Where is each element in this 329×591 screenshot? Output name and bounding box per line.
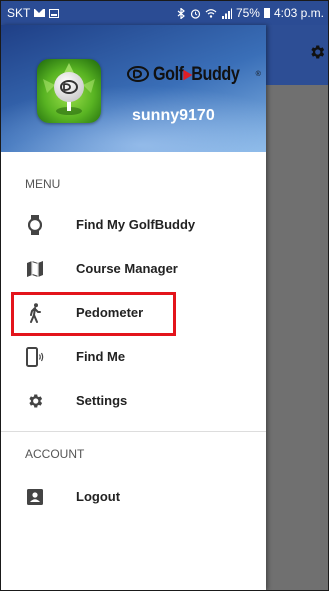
status-bar-right: 75% 4:03 p.m.: [177, 6, 324, 20]
screen: SKT 75% 4:03 p.m. Golf▸Buddy ® sunny9170…: [0, 0, 329, 591]
account-box-icon: [25, 487, 45, 507]
brand-wordmark-flag-icon: ▸: [183, 63, 192, 85]
wifi-icon: [205, 8, 217, 18]
phone-vibrate-icon: [25, 347, 45, 367]
menu-item-find-me[interactable]: Find Me: [1, 339, 266, 375]
account-section-label: ACCOUNT: [25, 447, 85, 461]
image-notification-icon: [49, 8, 60, 18]
status-bar-left: SKT: [7, 6, 60, 20]
gear-icon: [25, 391, 45, 411]
menu-item-logout[interactable]: Logout: [1, 479, 266, 515]
signal-icon: [221, 8, 232, 19]
drawer-header: Golf▸Buddy ® sunny9170: [1, 25, 266, 152]
app-logo-icon: [37, 59, 101, 123]
brand-wordmark: Golf▸Buddy: [153, 63, 240, 86]
brand-wordmark-buddy: Buddy: [191, 63, 240, 85]
menu-item-course-manager[interactable]: Course Manager: [1, 251, 266, 287]
clock: 4:03 p.m.: [273, 6, 324, 20]
section-divider: [1, 431, 266, 432]
carrier-label: SKT: [7, 6, 31, 20]
battery-percent: 75%: [235, 6, 260, 20]
menu-item-label: Settings: [76, 393, 128, 408]
brand-wordmark-golf: Golf: [153, 63, 184, 85]
pedometer-highlight-box: [11, 292, 176, 336]
message-icon: [34, 9, 46, 17]
gear-icon[interactable]: [308, 43, 326, 61]
golfbuddy-logo: Golf▸Buddy ®: [127, 63, 261, 85]
brand-registered: ®: [255, 70, 261, 78]
status-bar: SKT 75% 4:03 p.m.: [1, 1, 328, 25]
username-label: sunny9170: [132, 107, 215, 124]
menu-section-label: MENU: [25, 177, 61, 191]
alarm-icon: [190, 8, 201, 19]
menu-item-find-my-golfbuddy[interactable]: Find My GolfBuddy: [1, 207, 266, 243]
app-content-scrim[interactable]: [266, 85, 328, 590]
menu-item-label: Course Manager: [76, 261, 178, 276]
golfbuddy-mark-icon: [127, 66, 149, 82]
menu-item-settings[interactable]: Settings: [1, 383, 266, 419]
menu-item-label: Logout: [76, 489, 121, 504]
battery-icon: [263, 8, 270, 18]
app-toolbar: [266, 25, 328, 85]
menu-item-label: Find Me: [76, 349, 126, 364]
watch-icon: [25, 215, 45, 235]
menu-item-label: Find My GolfBuddy: [76, 217, 196, 232]
bluetooth-icon: [177, 7, 185, 19]
map-icon: [25, 259, 45, 279]
